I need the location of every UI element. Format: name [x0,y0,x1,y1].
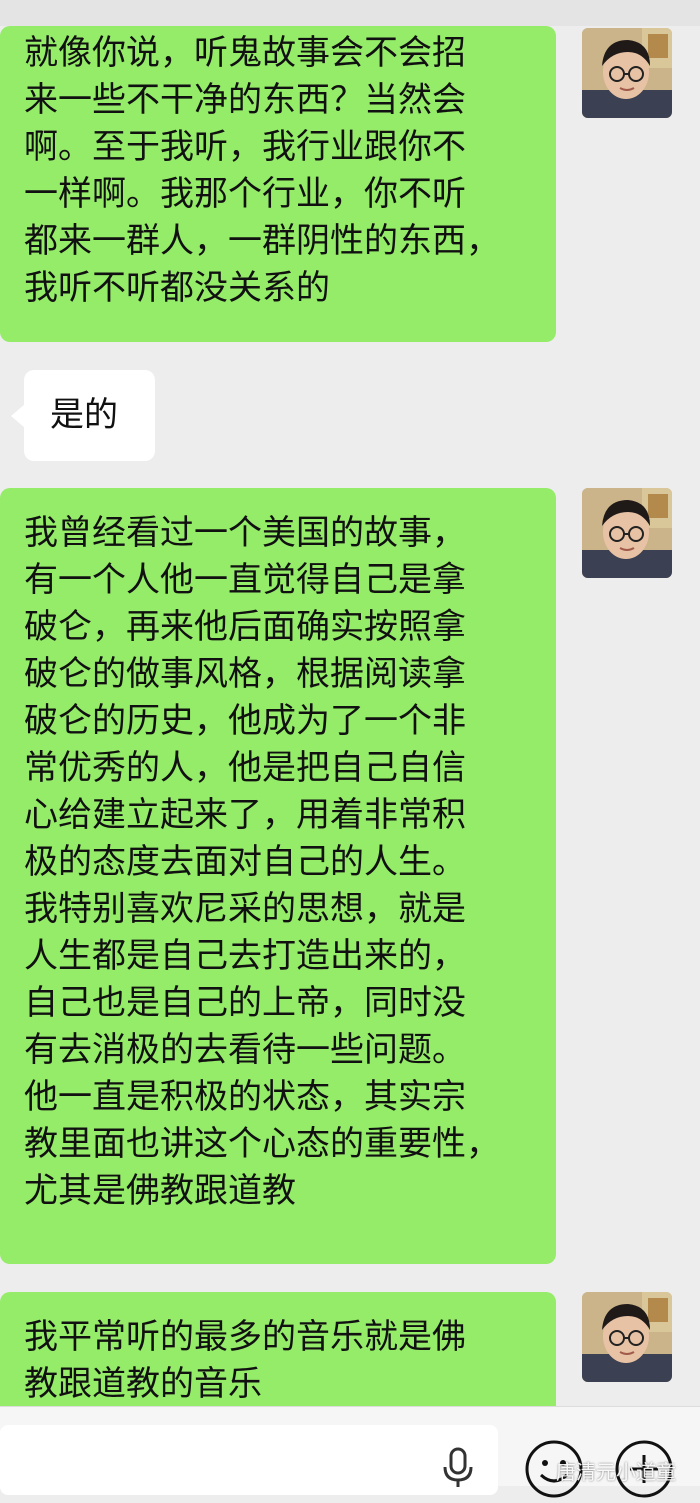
my-message-bubble[interactable]: 就像你说，听鬼故事会不会招 来一些不干净的东西？当然会 啊。至于我听，我行业跟你… [0,26,556,342]
my-message-bubble[interactable]: 我曾经看过一个美国的故事， 有一个人他一直觉得自己是拿 破仑，再来他后面确实按照… [0,488,556,1264]
my-avatar[interactable] [582,488,672,578]
my-avatar[interactable] [582,1292,672,1382]
top-strip [0,0,700,26]
their-message-bubble[interactable]: 是的 [11,370,155,461]
watermark: 唐清元小道童 [556,1460,676,1484]
microphone-icon[interactable] [440,1447,476,1487]
my-avatar[interactable] [582,28,672,118]
